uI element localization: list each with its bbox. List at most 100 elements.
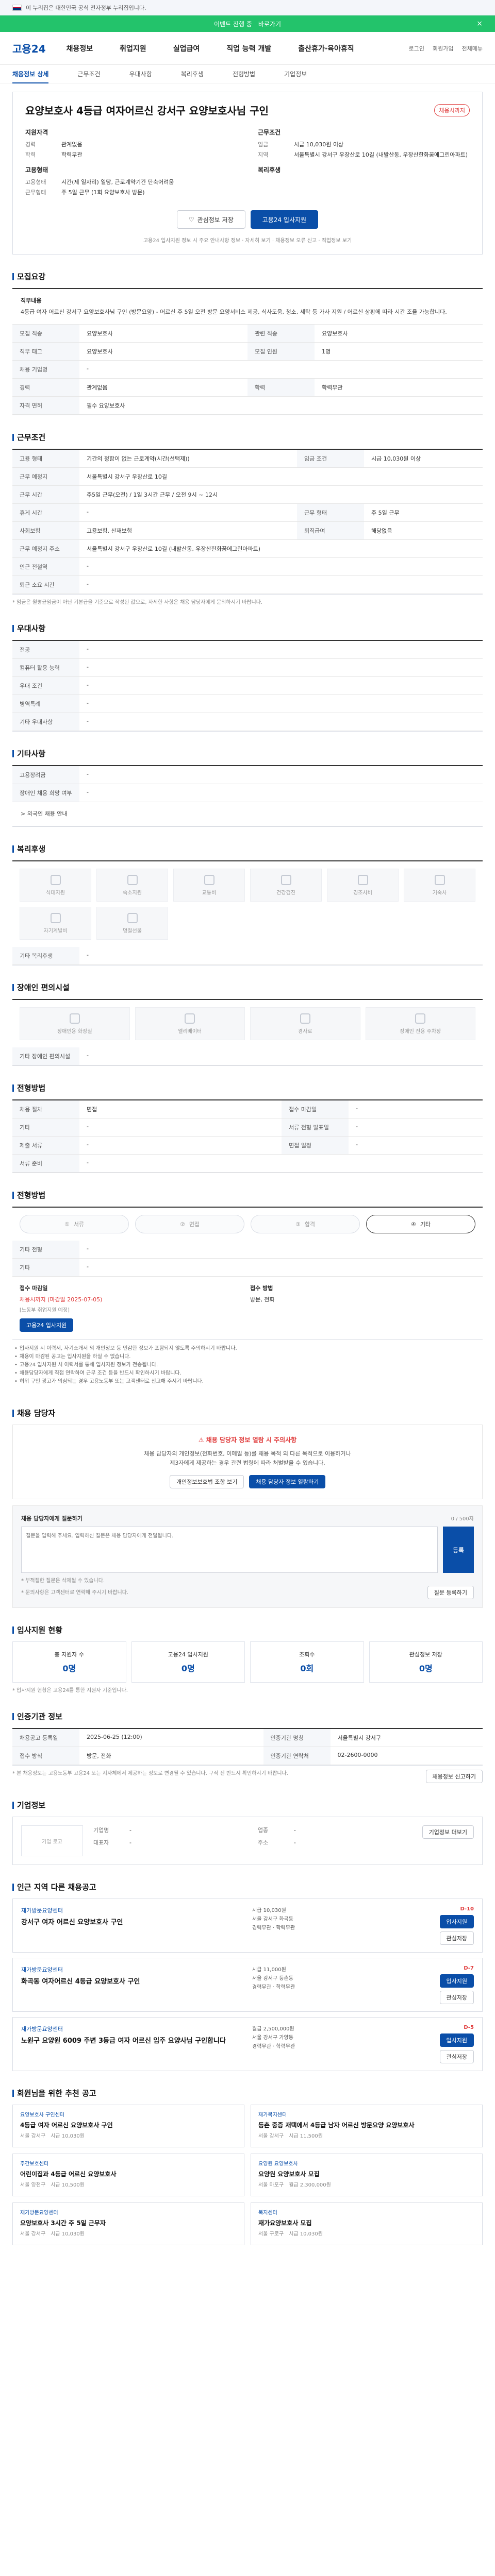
- section-title: 인증기관 정보: [12, 1711, 483, 1722]
- row-value: -: [79, 1047, 483, 1065]
- signup-link[interactable]: 회원가입: [433, 44, 453, 53]
- row-value: -: [349, 1136, 483, 1155]
- welfare-item: 교통비: [173, 869, 245, 902]
- row-key: 기타 전형: [12, 1241, 79, 1259]
- card-location: 서울 양천구: [20, 2182, 46, 2188]
- question-input[interactable]: [21, 1527, 438, 1573]
- tab-selection[interactable]: 전형방법: [233, 70, 255, 78]
- question-box: 채용 담당자에게 질문하기 0 / 500자 등록 * 부적절한 질문은 삭제될…: [12, 1505, 483, 1608]
- apply-button[interactable]: 입사지원: [439, 1915, 474, 1928]
- kv-key: 근무형태: [25, 189, 46, 196]
- all-menu-button[interactable]: 전체메뉴: [462, 44, 483, 53]
- row-value: 해당없음: [364, 521, 483, 540]
- summary-section-title: 근무조건: [258, 129, 281, 136]
- kv-key: 업종: [257, 1827, 269, 1834]
- kv-value: -: [293, 1827, 296, 1834]
- job-title: 요양보호사 4등급 여자어르신 강서구 요양보호사님 구인: [25, 105, 269, 117]
- card-title[interactable]: 등촌 중증 재택에서 4등급 남자 어르신 방문요양 요양보호사: [258, 2121, 475, 2129]
- stat-label: 고용24 입사지원: [168, 1651, 208, 1658]
- welfare-item: 자기계발비: [20, 907, 91, 940]
- apply-button-secondary[interactable]: 고용24 입사지원: [20, 1318, 74, 1332]
- scrap-button[interactable]: 관심저장: [439, 1991, 474, 2004]
- row-key: 퇴직급여: [297, 521, 364, 540]
- card-company: 주간보호센터: [20, 2161, 49, 2167]
- apply-button[interactable]: 입사지원: [439, 1974, 474, 1988]
- event-banner[interactable]: 이벤트 진행 중 바로가기 ×: [0, 15, 495, 32]
- row-value: -: [79, 713, 483, 731]
- card-title[interactable]: 4등급 여자 어르신 요양보호사 구인: [20, 2121, 237, 2129]
- card-title[interactable]: 요양원 요양보호사 모집: [258, 2170, 475, 2178]
- row-key: 기타: [12, 1258, 79, 1277]
- row-key: 모집 직종: [12, 325, 79, 343]
- table-row: 채용 절차 면접 접수 마감일 -: [12, 1100, 483, 1118]
- apply-button[interactable]: 고용24 입사지원: [250, 210, 319, 229]
- facility-item: 장애인 전용 주차장: [365, 1007, 475, 1040]
- apply-button[interactable]: 입사지원: [439, 2033, 474, 2047]
- privacy-law-button[interactable]: 개인정보보호법 조항 보기: [169, 1475, 244, 1488]
- table-row: 서류 준비 -: [12, 1154, 483, 1173]
- tab-conditions[interactable]: 근무조건: [77, 70, 100, 78]
- scrap-button[interactable]: 관심저장: [439, 2050, 474, 2063]
- list-item[interactable]: 주간보호센터 어린이집과 4등급 어르신 요양보호사 서울 양천구 시급 10,500…: [12, 2154, 244, 2196]
- kv-value: 서울특별시 강서구 우장산로 10길 (내발산동, 우장산한화꿈에그린아파트): [294, 151, 468, 158]
- table-row: 직무 태그 요양보호사 모집 인원 1명: [12, 342, 483, 361]
- login-link[interactable]: 로그인: [409, 44, 424, 53]
- section-title: 복리후생: [12, 843, 483, 854]
- tab-detail[interactable]: 채용정보 상세: [12, 70, 49, 83]
- list-item[interactable]: 재가방문요양센터 노원구 요양원 6009 주변 3등급 여자 어르신 입주 요양…: [12, 2017, 483, 2071]
- facility-item: 경사로: [250, 1007, 360, 1040]
- apply-method: 접수 방법 방문, 전화: [250, 1284, 475, 1332]
- card-wage: 시급 10,030원: [51, 2231, 85, 2237]
- row-key: 컴퓨터 활용 능력: [12, 658, 79, 677]
- row-key: 고용장려금: [12, 766, 79, 784]
- facility-item-label: 장애인 전용 주차장: [400, 1028, 441, 1035]
- list-item[interactable]: 요양보호사 구인센터 4등급 여자 어르신 요양보호사 구인 서울 강서구 시급 10…: [12, 2105, 244, 2147]
- company-more-button[interactable]: 기업정보 더보기: [422, 1825, 474, 1839]
- list-item[interactable]: 복지센터 재가요양보호사 모집 서울 구로구 시급 10,030원: [251, 2202, 483, 2245]
- section-title: 기업정보: [12, 1800, 483, 1810]
- scrap-button[interactable]: ♡ 관심정보 저장: [176, 210, 245, 229]
- tab-welfare[interactable]: 복리후생: [181, 70, 204, 78]
- gnb-item-benefit[interactable]: 실업급여: [173, 43, 200, 54]
- gnb-item-jobs[interactable]: 채용정보: [67, 43, 93, 54]
- job-title-link[interactable]: 노원구 요양원 6009 주변 3등급 여자 어르신 입주 요양사님 구인합니다: [21, 2035, 242, 2045]
- tab-preference[interactable]: 우대사항: [129, 70, 152, 78]
- gnb-item-support[interactable]: 취업지원: [120, 43, 146, 54]
- table-row: 경력 관계없음 학력 학력무관: [12, 378, 483, 397]
- card-title[interactable]: 재가요양보호사 모집: [258, 2219, 475, 2227]
- view-contact-button[interactable]: 채용 담당자 정보 열람하기: [249, 1475, 326, 1488]
- site-logo[interactable]: 고용24: [12, 41, 46, 56]
- row-value: -: [79, 641, 483, 659]
- list-item[interactable]: 재가복지센터 등촌 중증 재택에서 4등급 남자 어르신 방문요양 요양보호사 서울…: [251, 2105, 483, 2147]
- tab-company[interactable]: 기업정보: [284, 70, 307, 78]
- row-key: 기타 복리후생: [12, 947, 79, 965]
- desc-label: 직무내용: [21, 297, 42, 304]
- gnb-item-training[interactable]: 직업 능력 개발: [226, 43, 271, 54]
- stat-card: 총 지원자 수 0명: [12, 1641, 126, 1683]
- question-submit-button[interactable]: 등록: [443, 1527, 474, 1573]
- row-key: 서류 전형 발표일: [282, 1118, 349, 1137]
- row-key: 근무 예정지: [12, 467, 79, 486]
- report-button[interactable]: 채용정보 신고하기: [425, 1770, 483, 1783]
- table-row: 제출 서류 - 면접 일정 -: [12, 1136, 483, 1155]
- question-register-button[interactable]: 질문 등록하기: [427, 1586, 474, 1599]
- card-title[interactable]: 어린이집과 4등급 어르신 요양보호사: [20, 2170, 237, 2178]
- event-banner-cta[interactable]: 바로가기: [258, 20, 281, 28]
- card-title[interactable]: 요양보호사 3시간 주 5일 근무자: [20, 2219, 237, 2227]
- job-title-link[interactable]: 강서구 여자 어르신 요양보호사 구인: [21, 1917, 242, 1926]
- row-value: -: [79, 1258, 483, 1277]
- list-item[interactable]: 재가방문요양센터 화곡동 여자어르신 4등급 요양보호사 구인 시급 11,000…: [12, 1958, 483, 2012]
- book-icon: [50, 912, 61, 923]
- foreign-hire-link[interactable]: > 외국인 채용 안내: [12, 802, 483, 826]
- job-title-link[interactable]: 화곡동 여자어르신 4등급 요양보호사 구인: [21, 1976, 242, 1986]
- section-title: 전형방법: [12, 1190, 483, 1200]
- scrap-button[interactable]: 관심저장: [439, 1931, 474, 1945]
- close-icon[interactable]: ×: [476, 20, 483, 28]
- gnb-item-leave[interactable]: 출산휴가·육아휴직: [298, 43, 354, 54]
- list-item[interactable]: 요양원 요양보호사 요양원 요양보호사 모집 서울 마포구 월급 2,300,000원: [251, 2154, 483, 2196]
- list-item[interactable]: 재가방문요양센터 요양보호사 3시간 주 5일 근무자 서울 강서구 시급 10,03…: [12, 2202, 244, 2245]
- question-title: 채용 담당자에게 질문하기: [21, 1515, 82, 1522]
- list-item[interactable]: 재가방문요양센터 강서구 여자 어르신 요양보호사 구인 시급 10,030원 서울…: [12, 1899, 483, 1953]
- process-step: ② 면접: [135, 1215, 244, 1233]
- job-requirements: 경력무관 · 학력무관: [252, 1925, 295, 1931]
